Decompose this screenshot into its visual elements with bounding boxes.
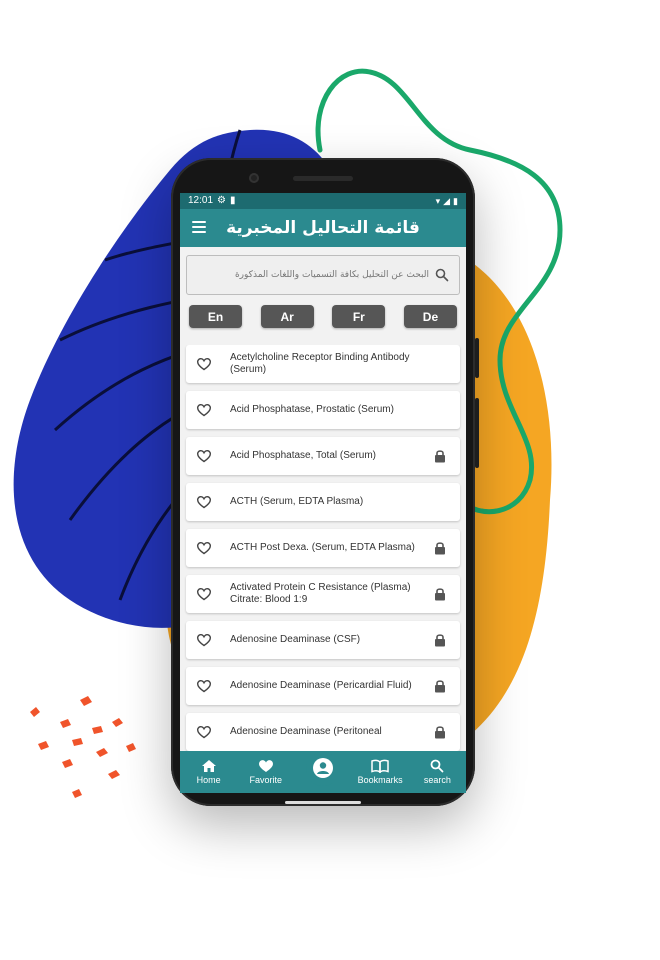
home-icon [201,760,216,772]
nav-search-label: search [423,775,451,785]
search-icon[interactable] [435,268,449,282]
lock-icon [435,726,445,739]
test-name: Adenosine Deaminase (CSF) [230,634,361,645]
list-item[interactable]: Acid Phosphatase, Total (Serum) [186,437,460,475]
test-name: Adenosine Deaminase (Peritoneal [230,726,382,737]
lock-icon [435,450,445,463]
nav-bookmarks[interactable]: Bookmarks [355,759,405,785]
status-time: 12:01 [188,195,214,206]
app-bar: قائمة التحاليل المخبرية [180,209,466,247]
battery-icon: ▮ [453,196,458,206]
heart-outline-icon[interactable] [196,357,212,371]
lang-button-fr[interactable]: Fr [332,305,386,328]
status-bar: 12:01 ⚙ ▮ ▾ ◢ ▮ [180,193,466,209]
phone-frame: 12:01 ⚙ ▮ ▾ ◢ ▮ قائمة التحاليل المخبرية [171,158,479,806]
heart-outline-icon[interactable] [196,495,212,509]
volume-button [475,398,479,468]
heart-outline-icon[interactable] [196,725,212,739]
book-icon [371,759,389,773]
nav-bookmarks-label: Bookmarks [357,775,403,785]
bottom-navigation: Home Favorite Bookmarks search [180,751,466,793]
heart-outline-icon[interactable] [196,633,212,647]
nav-favorite[interactable]: Favorite [241,759,291,785]
phone-screen: 12:01 ⚙ ▮ ▾ ◢ ▮ قائمة التحاليل المخبرية [180,193,466,793]
settings-status-icon: ⚙ [217,195,226,206]
list-item[interactable]: ACTH (Serum, EDTA Plasma) [186,483,460,521]
heart-outline-icon[interactable] [196,679,212,693]
lang-button-de[interactable]: De [403,305,457,328]
list-item[interactable]: Adenosine Deaminase (CSF) [186,621,460,659]
list-item[interactable]: Adenosine Deaminase (Peritoneal [186,713,460,751]
list-item[interactable]: Acid Phosphatase, Prostatic (Serum) [186,391,460,429]
lock-icon [435,634,445,647]
language-selector: En Ar Fr De [180,305,466,328]
test-name: Adenosine Deaminase (Pericardial Fluid) [230,680,412,691]
nav-search[interactable]: search [412,759,462,785]
lock-icon [435,542,445,555]
signal-icon: ◢ [443,196,451,206]
test-name: ACTH Post Dexa. (Serum, EDTA Plasma) [230,542,415,553]
heart-filled-icon [258,760,273,772]
power-button [475,338,479,378]
heart-outline-icon[interactable] [196,403,212,417]
nav-profile[interactable] [298,752,348,786]
home-indicator[interactable] [285,801,361,804]
heart-outline-icon[interactable] [196,449,212,463]
heart-outline-icon[interactable] [196,587,212,601]
lock-icon [435,588,445,601]
wifi-icon: ▾ [435,196,441,206]
nav-home-label: Home [196,775,221,785]
confetti [30,696,136,798]
heart-outline-icon[interactable] [196,541,212,555]
user-circle-icon [312,758,333,778]
page-title: قائمة التحاليل المخبرية [226,218,420,238]
list-item[interactable]: Acetylcholine Receptor Binding Antibody … [186,345,460,383]
test-name: Acid Phosphatase, Prostatic (Serum) [230,404,394,415]
test-name: Acetylcholine Receptor Binding Antibody … [230,352,410,375]
hamburger-menu-icon[interactable] [192,221,206,236]
lock-icon [435,680,445,693]
sim-status-icon: ▮ [230,195,236,206]
nav-home[interactable]: Home [184,759,234,785]
search-nav-icon [430,759,444,773]
search-bar[interactable] [186,255,460,295]
nav-favorite-label: Favorite [249,775,283,785]
test-name: Acid Phosphatase, Total (Serum) [230,450,377,461]
search-input[interactable] [187,256,459,294]
list-item[interactable]: ACTH Post Dexa. (Serum, EDTA Plasma) [186,529,460,567]
list-item[interactable]: Activated Protein C Resistance (Plasma) … [186,575,460,613]
front-camera [249,173,259,183]
lang-button-ar[interactable]: Ar [260,305,314,328]
tests-list: Acetylcholine Receptor Binding Antibody … [180,345,466,751]
lang-button-en[interactable]: En [189,305,242,328]
list-item[interactable]: Adenosine Deaminase (Pericardial Fluid) [186,667,460,705]
test-name: Activated Protein C Resistance (Plasma) … [230,582,411,605]
profile-button[interactable] [305,752,340,786]
speaker-grille [293,176,353,181]
test-name: ACTH (Serum, EDTA Plasma) [230,496,364,507]
